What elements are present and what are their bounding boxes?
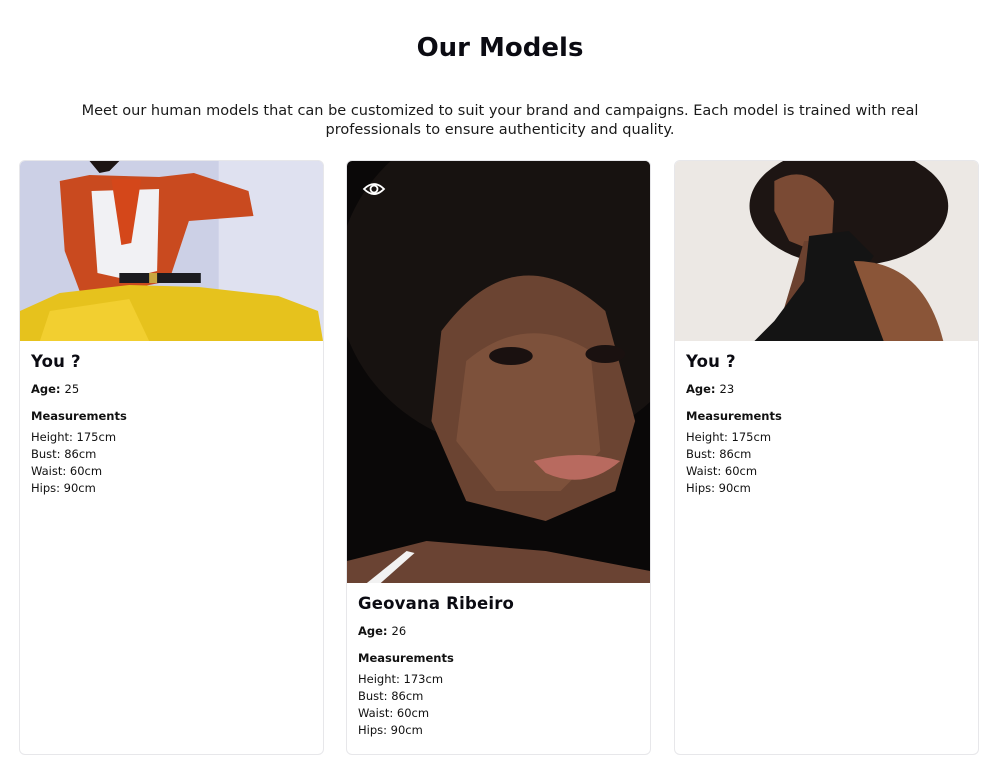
- bust-row: Bust: 86cm: [686, 446, 967, 463]
- height-label: Height:: [31, 430, 73, 444]
- waist-value: 60cm: [69, 464, 103, 478]
- height-row: Height: 173cm: [358, 671, 639, 688]
- measurements-heading: Measurements: [358, 651, 454, 665]
- waist-value: 60cm: [396, 706, 430, 720]
- waist-label: Waist:: [686, 464, 722, 478]
- hips-label: Hips:: [686, 481, 716, 495]
- model-card[interactable]: Geovana Ribeiro Age: 26 Measurements Heig…: [346, 160, 651, 755]
- bust-label: Bust:: [31, 447, 61, 461]
- height-value: 175cm: [76, 430, 117, 444]
- bust-row: Bust: 86cm: [31, 446, 312, 463]
- model-name: You ?: [31, 352, 81, 371]
- hips-value: 90cm: [718, 481, 751, 495]
- model-age: Age: 26: [358, 623, 639, 640]
- measurements-heading: Measurements: [31, 409, 127, 423]
- page-subtitle: Meet our human models that can be custom…: [81, 102, 919, 138]
- age-label: Age:: [31, 382, 61, 396]
- bust-value: 86cm: [719, 447, 752, 461]
- height-row: Height: 175cm: [686, 429, 967, 446]
- bust-row: Bust: 86cm: [358, 688, 639, 705]
- bust-label: Bust:: [358, 689, 388, 703]
- bust-label: Bust:: [686, 447, 716, 461]
- hips-row: Hips: 90cm: [31, 480, 312, 497]
- age-value: 25: [64, 382, 80, 396]
- bust-value: 86cm: [64, 447, 97, 461]
- waist-label: Waist:: [358, 706, 394, 720]
- waist-value: 60cm: [724, 464, 758, 478]
- hips-label: Hips:: [31, 481, 61, 495]
- hips-row: Hips: 90cm: [686, 480, 967, 497]
- model-photo[interactable]: [20, 161, 323, 341]
- height-value: 173cm: [403, 672, 444, 686]
- model-age: Age: 23: [686, 381, 967, 398]
- age-label: Age:: [358, 624, 388, 638]
- hips-value: 90cm: [63, 481, 96, 495]
- height-label: Height:: [686, 430, 728, 444]
- age-label: Age:: [686, 382, 716, 396]
- eye-icon[interactable]: [362, 178, 386, 200]
- model-age: Age: 25: [31, 381, 312, 398]
- model-name: You ?: [686, 352, 736, 371]
- hips-label: Hips:: [358, 723, 388, 737]
- measurements-heading: Measurements: [686, 409, 782, 423]
- waist-row: Waist: 60cm: [31, 463, 312, 480]
- waist-row: Waist: 60cm: [686, 463, 967, 480]
- page-title: Our Models: [416, 33, 584, 63]
- age-value: 23: [719, 382, 735, 396]
- hips-value: 90cm: [390, 723, 423, 737]
- waist-row: Waist: 60cm: [358, 705, 639, 722]
- model-card[interactable]: You ? Age: 23 Measurements Height: 175cm …: [674, 160, 979, 755]
- age-value: 26: [391, 624, 407, 638]
- bust-value: 86cm: [391, 689, 424, 703]
- model-photo[interactable]: [347, 161, 650, 583]
- waist-label: Waist:: [31, 464, 67, 478]
- height-value: 175cm: [731, 430, 772, 444]
- height-label: Height:: [358, 672, 400, 686]
- model-photo[interactable]: [675, 161, 978, 341]
- height-row: Height: 175cm: [31, 429, 312, 446]
- model-card[interactable]: You ? Age: 25 Measurements Height: 175cm …: [19, 160, 324, 755]
- model-name: Geovana Ribeiro: [358, 594, 515, 613]
- hips-row: Hips: 90cm: [358, 722, 639, 739]
